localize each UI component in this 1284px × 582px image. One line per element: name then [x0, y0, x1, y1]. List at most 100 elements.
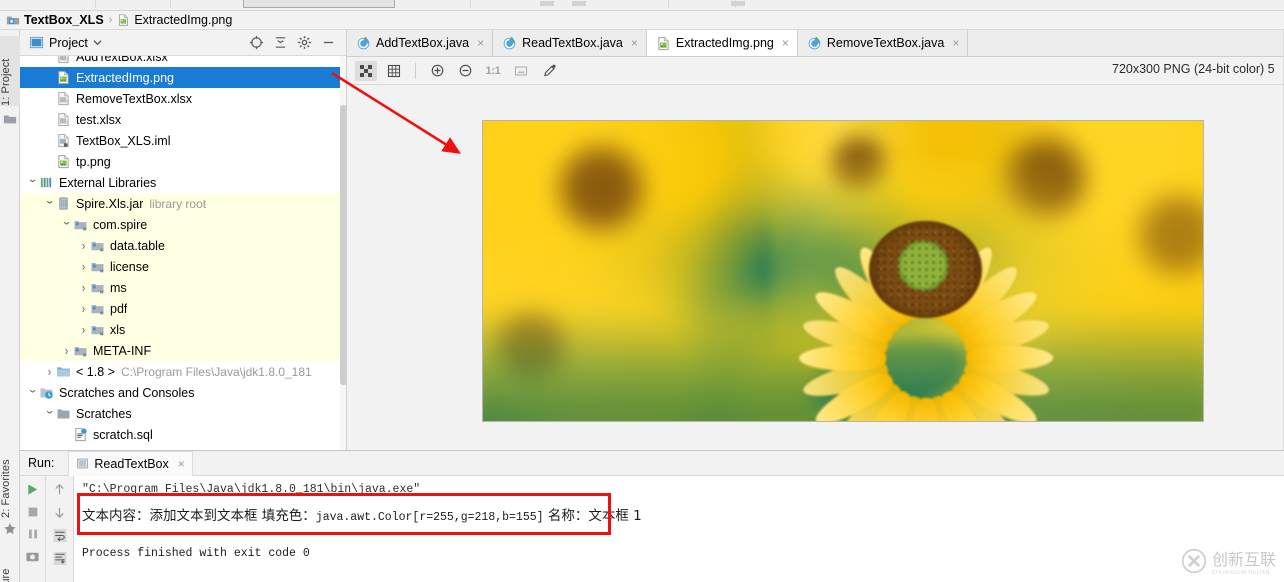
tree-node-com-spire[interactable]: ⌄ com.spire	[20, 214, 340, 235]
tree-node-extractedimg-png[interactable]: ExtractedImg.png	[20, 67, 340, 88]
editor-tab-extractedimg-png[interactable]: ExtractedImg.png ×	[646, 30, 798, 56]
tree-node-spire-xls-jar[interactable]: ⌄ Spire.Xls.jar library root	[20, 193, 340, 214]
scroll-up-icon[interactable]	[52, 482, 67, 497]
zoom-out-icon[interactable]	[454, 61, 476, 81]
xlsx-file-icon: ?	[58, 56, 69, 64]
tree-node-meta-inf[interactable]: › META-INF	[20, 340, 340, 361]
editor-tab-readtextbox-java[interactable]: ReadTextBox.java ×	[493, 30, 647, 56]
image-viewer-canvas[interactable]	[347, 85, 1284, 450]
sql-file-icon	[73, 427, 89, 443]
package-icon	[73, 343, 89, 359]
hide-panel-icon[interactable]	[321, 35, 336, 50]
tree-node-label: AddTextBox.xlsx	[76, 56, 168, 64]
chevron-down-icon[interactable]: ⌄	[40, 404, 60, 416]
rerun-icon[interactable]	[25, 482, 40, 497]
project-tree[interactable]: ? AddTextBox.xlsx ExtractedImg.png? RemoveT…	[20, 56, 340, 450]
screenshot-icon[interactable]	[25, 549, 40, 564]
tree-node-test-xlsx[interactable]: ? test.xlsx	[20, 109, 340, 130]
close-icon[interactable]: ×	[631, 36, 638, 50]
left-tool-strip-top: 1: Project	[0, 30, 20, 450]
gear-icon[interactable]	[297, 35, 312, 50]
stop-icon[interactable]	[26, 505, 40, 519]
tree-node-scratches[interactable]: ⌄ Scratches	[20, 403, 340, 424]
left-tool-strip-bottom: 2: Favorites Structure	[0, 450, 20, 582]
sidebar-item-project[interactable]: 1: Project	[0, 36, 20, 106]
sidebar-item-favorites[interactable]: 2: Favorites	[0, 432, 20, 518]
tree-node-1-8[interactable]: › < 1.8 > C:\Program Files\Java\jdk1.8.0_1…	[20, 361, 340, 382]
tree-node-scratches-and-consoles[interactable]: ⌄ Scratches and Consoles	[20, 382, 340, 403]
tree-node-label: < 1.8 >	[76, 364, 115, 379]
run-config-icon	[77, 458, 89, 469]
chevron-down-icon[interactable]: ⌄	[23, 383, 43, 395]
tree-node-ms[interactable]: › ms	[20, 277, 340, 298]
editor-tab-removetextbox-java[interactable]: RemoveTextBox.java ×	[797, 30, 969, 56]
chevron-right-icon[interactable]: ›	[76, 302, 90, 316]
run-tab-readtextbox[interactable]: ReadTextBox ×	[68, 450, 193, 476]
chevron-right-icon[interactable]: ›	[59, 344, 73, 358]
tree-node-label: tp.png	[76, 154, 111, 169]
xlsx-file-icon: ?	[58, 112, 69, 127]
collapse-all-icon[interactable]	[273, 35, 288, 50]
tree-node-data-table[interactable]: › data.table	[20, 235, 340, 256]
tree-node-tp-png[interactable]: tp.png	[20, 151, 340, 172]
tree-node-pdf[interactable]: › pdf	[20, 298, 340, 319]
fit-to-window-icon[interactable]	[510, 61, 532, 81]
toolbar-separator	[415, 62, 416, 79]
chevron-down-icon[interactable]: ⌄	[57, 215, 77, 227]
chevron-right-icon[interactable]: ›	[76, 239, 90, 253]
image-info-label: 720x300 PNG (24-bit color) 5	[1112, 62, 1275, 76]
console-output-prefix: 文本内容：添加文本到文本框 填充色：	[82, 508, 316, 524]
color-picker-icon[interactable]	[538, 61, 560, 81]
package-icon	[91, 283, 104, 293]
editor-tab-bar: AddTextBox.java × ReadTextBox.java × Extract…	[347, 30, 1284, 57]
zoom-in-icon[interactable]	[426, 61, 448, 81]
png-file-icon	[656, 36, 671, 51]
tree-node-label: license	[110, 259, 149, 274]
package-icon	[90, 238, 106, 254]
tree-node-label: Scratches and Consoles	[59, 385, 195, 400]
chevron-right-icon[interactable]: ›	[76, 260, 90, 274]
transparency-chessboard-icon[interactable]	[355, 60, 377, 81]
close-icon[interactable]: ×	[477, 36, 484, 50]
chevron-right-icon[interactable]: ›	[76, 323, 90, 337]
close-icon[interactable]: ×	[952, 36, 959, 50]
editor-tab-label: RemoveTextBox.java	[826, 36, 945, 50]
tree-node-external-libraries[interactable]: ⌄ External Libraries	[20, 172, 340, 193]
tree-node-license[interactable]: › license	[20, 256, 340, 277]
tree-node-addtextbox-xlsx[interactable]: ? AddTextBox.xlsx	[20, 56, 340, 67]
xlsx-file-icon: ?	[56, 112, 72, 128]
actual-size-icon[interactable]: 1:1	[482, 61, 504, 81]
project-panel-tools	[249, 35, 342, 50]
locate-icon[interactable]	[249, 35, 264, 50]
png-file-icon	[56, 70, 72, 86]
run-config-combo-ghost[interactable]	[243, 0, 395, 8]
tree-node-textbox-xls-iml[interactable]: TextBox_XLS.iml	[20, 130, 340, 151]
scroll-to-end-icon[interactable]	[52, 551, 68, 566]
svg-text:?: ?	[65, 100, 68, 106]
chevron-down-icon[interactable]	[93, 38, 102, 47]
chevron-down-icon[interactable]: ⌄	[40, 194, 60, 206]
java-class-icon	[808, 36, 821, 49]
close-icon[interactable]: ×	[178, 457, 185, 471]
run-console[interactable]: "C:\Program Files\Java\jdk1.8.0_181\bin\…	[74, 476, 1284, 582]
chevron-down-icon[interactable]: ⌄	[23, 173, 43, 185]
chevron-right-icon[interactable]: ›	[76, 281, 90, 295]
chevron-right-icon[interactable]: ›	[42, 365, 56, 379]
pause-icon[interactable]	[26, 527, 40, 541]
star-icon[interactable]	[3, 522, 17, 536]
java-class-icon	[357, 36, 370, 49]
project-panel-title[interactable]: Project	[29, 35, 102, 50]
module-icon[interactable]	[3, 112, 17, 126]
soft-wrap-icon[interactable]	[52, 528, 68, 543]
tree-node-scratch-sql[interactable]: scratch.sql	[20, 424, 340, 445]
breadcrumb-project[interactable]: TextBox_XLS	[6, 13, 104, 27]
tree-node-xls[interactable]: › xls	[20, 319, 340, 340]
grid-icon[interactable]	[383, 61, 405, 81]
tree-node-removetextbox-xlsx[interactable]: ? RemoveTextBox.xlsx	[20, 88, 340, 109]
close-icon[interactable]: ×	[782, 36, 789, 50]
editor-tab-addtextbox-java[interactable]: AddTextBox.java ×	[347, 30, 494, 56]
sidebar-item-structure[interactable]: Structure	[0, 542, 20, 582]
png-file-icon	[658, 36, 669, 50]
scroll-down-icon[interactable]	[52, 505, 67, 520]
breadcrumb-file[interactable]: ExtractedImg.png	[117, 13, 232, 27]
